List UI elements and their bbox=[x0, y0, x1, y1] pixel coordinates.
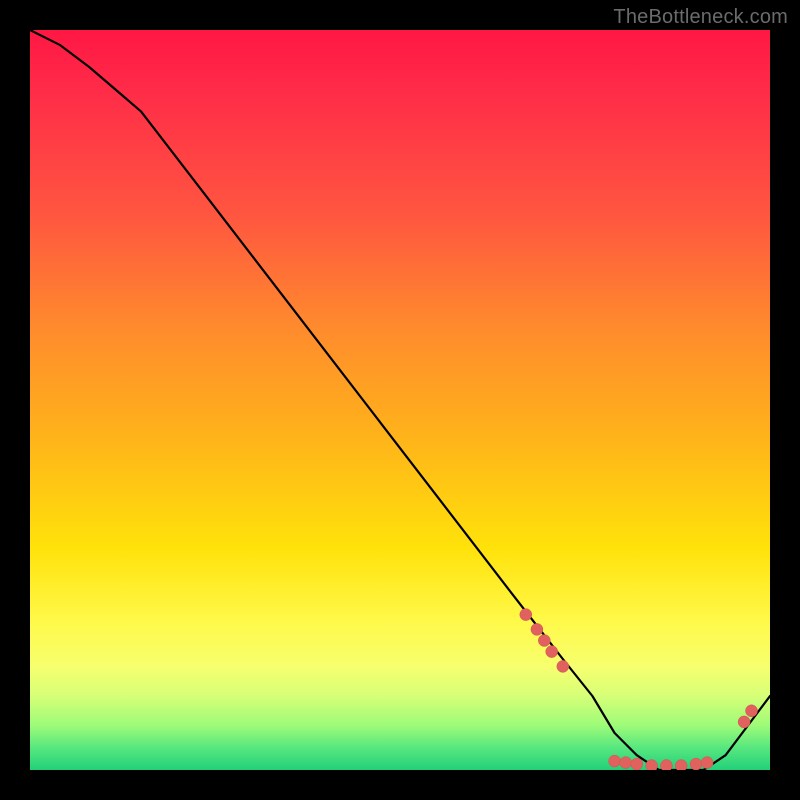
chart-frame: TheBottleneck.com bbox=[0, 0, 800, 800]
watermark-text: TheBottleneck.com bbox=[613, 6, 788, 29]
curve-markers bbox=[520, 609, 758, 770]
curve-marker bbox=[631, 758, 643, 770]
curve-marker bbox=[531, 623, 543, 635]
curve-marker bbox=[690, 758, 702, 770]
curve-marker bbox=[746, 705, 758, 717]
curve-marker bbox=[646, 760, 658, 770]
curve-marker bbox=[620, 757, 632, 769]
curve-marker bbox=[546, 646, 558, 658]
curve-marker bbox=[520, 609, 532, 621]
bottleneck-curve bbox=[30, 30, 770, 770]
curve-marker bbox=[660, 760, 672, 770]
curve-marker bbox=[738, 716, 750, 728]
chart-overlay bbox=[30, 30, 770, 770]
curve-marker bbox=[675, 760, 687, 770]
curve-marker bbox=[609, 755, 621, 767]
curve-marker bbox=[701, 757, 713, 769]
curve-marker bbox=[557, 660, 569, 672]
curve-marker bbox=[538, 635, 550, 647]
